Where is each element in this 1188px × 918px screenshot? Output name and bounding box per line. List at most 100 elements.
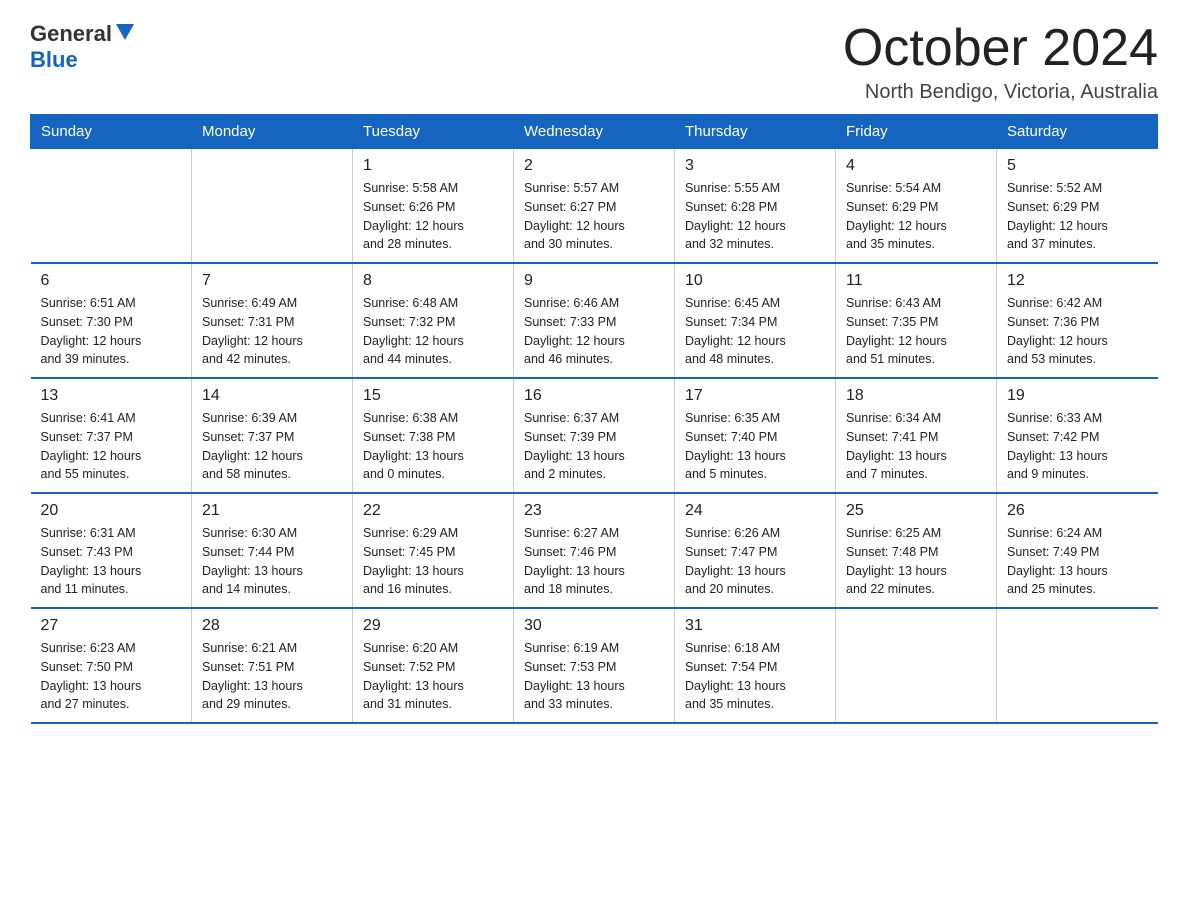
day-info: Sunrise: 5:52 AM Sunset: 6:29 PM Dayligh… <box>1007 179 1148 254</box>
day-cell: 27Sunrise: 6:23 AM Sunset: 7:50 PM Dayli… <box>31 608 192 723</box>
day-info: Sunrise: 6:51 AM Sunset: 7:30 PM Dayligh… <box>41 294 182 369</box>
day-number: 28 <box>202 617 342 635</box>
day-cell <box>997 608 1158 723</box>
day-info: Sunrise: 6:48 AM Sunset: 7:32 PM Dayligh… <box>363 294 503 369</box>
location-title: North Bendigo, Victoria, Australia <box>843 81 1158 104</box>
month-title: October 2024 <box>843 20 1158 77</box>
day-info: Sunrise: 6:41 AM Sunset: 7:37 PM Dayligh… <box>41 409 182 484</box>
day-cell: 15 Sunrise: 6:38 AM Sunset: 7:38 PM Dayli… <box>353 378 514 493</box>
day-info: Sunrise: 6:37 AM Sunset: 7:39 PM Dayligh… <box>524 409 664 484</box>
day-number: 24 <box>685 502 825 520</box>
day-cell: 8 Sunrise: 6:48 AM Sunset: 7:32 PM Daylig… <box>353 263 514 378</box>
day-number: 19 <box>1007 387 1148 405</box>
day-cell: 14 Sunrise: 6:39 AM Sunset: 7:37 PM Dayli… <box>192 378 353 493</box>
day-cell: 25 Sunrise: 6:25 AM Sunset: 7:48 PM Dayli… <box>836 493 997 608</box>
day-number: 5 <box>1007 157 1148 175</box>
day-info: Sunrise: 6:42 AM Sunset: 7:36 PM Dayligh… <box>1007 294 1148 369</box>
day-number: 1 <box>363 157 503 175</box>
day-number: 21 <box>202 502 342 520</box>
logo-triangle-icon <box>114 22 136 42</box>
day-cell: 30 Sunrise: 6:19 AM Sunset: 7:53 PM Dayli… <box>514 608 675 723</box>
day-cell: 1 Sunrise: 5:58 AM Sunset: 6:26 PM Daylig… <box>353 149 514 264</box>
day-cell: 2 Sunrise: 5:57 AM Sunset: 6:27 PM Daylig… <box>514 149 675 264</box>
day-cell: 10Sunrise: 6:45 AM Sunset: 7:34 PM Dayli… <box>675 263 836 378</box>
day-number: 30 <box>524 617 664 635</box>
day-cell: 4 Sunrise: 5:54 AM Sunset: 6:29 PM Daylig… <box>836 149 997 264</box>
week-row-3: 13 Sunrise: 6:41 AM Sunset: 7:37 PM Dayli… <box>31 378 1158 493</box>
day-number: 20 <box>41 502 182 520</box>
day-number: 22 <box>363 502 503 520</box>
logo-blue: Blue <box>30 47 78 72</box>
day-number: 13 <box>41 387 182 405</box>
day-cell: 6 Sunrise: 6:51 AM Sunset: 7:30 PM Daylig… <box>31 263 192 378</box>
header-tuesday: Tuesday <box>353 115 514 149</box>
day-info: Sunrise: 6:35 AM Sunset: 7:40 PM Dayligh… <box>685 409 825 484</box>
day-number: 26 <box>1007 502 1148 520</box>
day-info: Sunrise: 5:54 AM Sunset: 6:29 PM Dayligh… <box>846 179 986 254</box>
day-cell: 18Sunrise: 6:34 AM Sunset: 7:41 PM Dayli… <box>836 378 997 493</box>
day-info: Sunrise: 5:58 AM Sunset: 6:26 PM Dayligh… <box>363 179 503 254</box>
logo-general: General <box>30 21 112 47</box>
day-cell: 19 Sunrise: 6:33 AM Sunset: 7:42 PM Dayli… <box>997 378 1158 493</box>
day-info: Sunrise: 6:38 AM Sunset: 7:38 PM Dayligh… <box>363 409 503 484</box>
day-cell: 7Sunrise: 6:49 AM Sunset: 7:31 PM Daylig… <box>192 263 353 378</box>
week-row-2: 6 Sunrise: 6:51 AM Sunset: 7:30 PM Daylig… <box>31 263 1158 378</box>
header-friday: Friday <box>836 115 997 149</box>
day-info: Sunrise: 6:29 AM Sunset: 7:45 PM Dayligh… <box>363 524 503 599</box>
day-number: 12 <box>1007 272 1148 290</box>
day-cell: 24 Sunrise: 6:26 AM Sunset: 7:47 PM Dayli… <box>675 493 836 608</box>
day-cell: 23 Sunrise: 6:27 AM Sunset: 7:46 PM Dayli… <box>514 493 675 608</box>
day-info: Sunrise: 6:43 AM Sunset: 7:35 PM Dayligh… <box>846 294 986 369</box>
day-cell: 17Sunrise: 6:35 AM Sunset: 7:40 PM Dayli… <box>675 378 836 493</box>
day-info: Sunrise: 6:27 AM Sunset: 7:46 PM Dayligh… <box>524 524 664 599</box>
week-row-5: 27Sunrise: 6:23 AM Sunset: 7:50 PM Dayli… <box>31 608 1158 723</box>
calendar-header-row: SundayMondayTuesdayWednesdayThursdayFrid… <box>31 115 1158 149</box>
day-cell: 5 Sunrise: 5:52 AM Sunset: 6:29 PM Daylig… <box>997 149 1158 264</box>
day-info: Sunrise: 6:30 AM Sunset: 7:44 PM Dayligh… <box>202 524 342 599</box>
day-number: 11 <box>846 272 986 290</box>
header-wednesday: Wednesday <box>514 115 675 149</box>
day-info: Sunrise: 6:31 AM Sunset: 7:43 PM Dayligh… <box>41 524 182 599</box>
day-info: Sunrise: 6:26 AM Sunset: 7:47 PM Dayligh… <box>685 524 825 599</box>
day-cell: 11 Sunrise: 6:43 AM Sunset: 7:35 PM Dayli… <box>836 263 997 378</box>
day-cell <box>31 149 192 264</box>
day-number: 16 <box>524 387 664 405</box>
day-cell: 31Sunrise: 6:18 AM Sunset: 7:54 PM Dayli… <box>675 608 836 723</box>
day-cell <box>836 608 997 723</box>
day-cell: 3Sunrise: 5:55 AM Sunset: 6:28 PM Daylig… <box>675 149 836 264</box>
day-cell: 16 Sunrise: 6:37 AM Sunset: 7:39 PM Dayli… <box>514 378 675 493</box>
day-info: Sunrise: 6:33 AM Sunset: 7:42 PM Dayligh… <box>1007 409 1148 484</box>
day-info: Sunrise: 5:57 AM Sunset: 6:27 PM Dayligh… <box>524 179 664 254</box>
day-number: 29 <box>363 617 503 635</box>
day-number: 31 <box>685 617 825 635</box>
day-cell: 12 Sunrise: 6:42 AM Sunset: 7:36 PM Dayli… <box>997 263 1158 378</box>
day-number: 9 <box>524 272 664 290</box>
title-section: October 2024 North Bendigo, Victoria, Au… <box>843 20 1158 104</box>
day-number: 7 <box>202 272 342 290</box>
day-number: 2 <box>524 157 664 175</box>
day-number: 6 <box>41 272 182 290</box>
header-saturday: Saturday <box>997 115 1158 149</box>
day-cell: 22 Sunrise: 6:29 AM Sunset: 7:45 PM Dayli… <box>353 493 514 608</box>
week-row-1: 1 Sunrise: 5:58 AM Sunset: 6:26 PM Daylig… <box>31 149 1158 264</box>
week-row-4: 20 Sunrise: 6:31 AM Sunset: 7:43 PM Dayli… <box>31 493 1158 608</box>
day-number: 25 <box>846 502 986 520</box>
day-number: 18 <box>846 387 986 405</box>
day-number: 10 <box>685 272 825 290</box>
day-cell <box>192 149 353 264</box>
day-number: 8 <box>363 272 503 290</box>
day-number: 23 <box>524 502 664 520</box>
day-info: Sunrise: 6:21 AM Sunset: 7:51 PM Dayligh… <box>202 639 342 714</box>
day-info: Sunrise: 6:25 AM Sunset: 7:48 PM Dayligh… <box>846 524 986 599</box>
day-number: 14 <box>202 387 342 405</box>
day-cell: 26Sunrise: 6:24 AM Sunset: 7:49 PM Dayli… <box>997 493 1158 608</box>
day-cell: 28 Sunrise: 6:21 AM Sunset: 7:51 PM Dayli… <box>192 608 353 723</box>
page-header: General Blue October 2024 North Bendigo,… <box>30 20 1158 104</box>
day-info: Sunrise: 5:55 AM Sunset: 6:28 PM Dayligh… <box>685 179 825 254</box>
day-number: 15 <box>363 387 503 405</box>
day-info: Sunrise: 6:46 AM Sunset: 7:33 PM Dayligh… <box>524 294 664 369</box>
day-info: Sunrise: 6:39 AM Sunset: 7:37 PM Dayligh… <box>202 409 342 484</box>
day-number: 4 <box>846 157 986 175</box>
day-info: Sunrise: 6:19 AM Sunset: 7:53 PM Dayligh… <box>524 639 664 714</box>
day-cell: 20 Sunrise: 6:31 AM Sunset: 7:43 PM Dayli… <box>31 493 192 608</box>
